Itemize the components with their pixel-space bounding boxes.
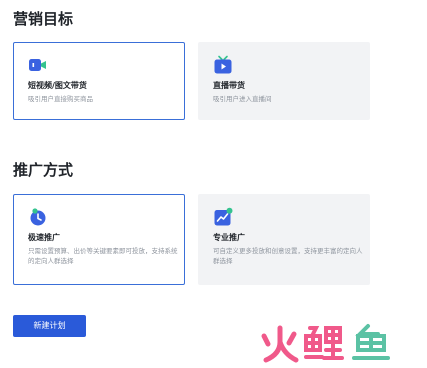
video-camera-icon	[29, 59, 46, 71]
promotion-option-desc: 只需设置预算、出价等关键要素即可投放，支持系统的定向人群选择	[28, 247, 178, 265]
campaign-setup-page: 营销目标 短视频/图文带货 吸引用户直接购买商品 直播带货 吸引用户进入直播间 …	[0, 0, 427, 368]
promotion-method-title: 推广方式	[13, 161, 74, 179]
marketing-goal-title: 营销目标	[13, 10, 74, 28]
promotion-option-professional[interactable]: 专业推广 可自定义更多投放和创意设置，支持更丰富的定向人群选择	[198, 194, 370, 285]
promotion-option-express[interactable]: 极速推广 只需设置预算、出价等关键要素即可投放，支持系统的定向人群选择	[13, 194, 185, 285]
promotion-option-title: 专业推广	[213, 233, 245, 242]
new-plan-button[interactable]: 新建计划	[13, 315, 86, 337]
trend-chart-icon	[214, 207, 233, 226]
promotion-option-title: 极速推广	[28, 233, 60, 242]
watermark-logo	[261, 324, 390, 363]
tv-live-icon	[214, 55, 232, 74]
promotion-option-desc: 可自定义更多投放和创意设置，支持更丰富的定向人群选择	[213, 247, 363, 265]
goal-option-desc: 吸引用户进入直播间	[213, 95, 272, 103]
goal-option-short-video[interactable]: 短视频/图文带货 吸引用户直接购买商品	[13, 42, 185, 120]
rocket-icon	[30, 208, 46, 226]
goal-option-desc: 吸引用户直接购买商品	[28, 95, 93, 103]
goal-option-title: 直播带货	[213, 81, 245, 90]
goal-option-live-stream[interactable]: 直播带货 吸引用户进入直播间	[198, 42, 370, 120]
goal-option-title: 短视频/图文带货	[28, 81, 87, 90]
